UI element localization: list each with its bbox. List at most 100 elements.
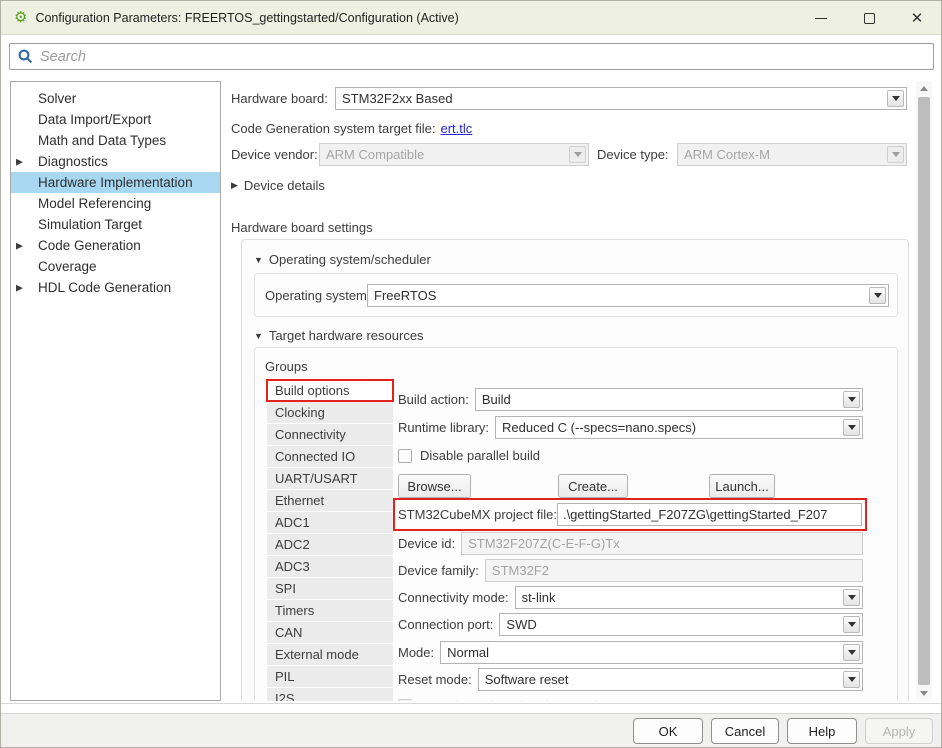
connectivity-mode-value: st-link: [522, 590, 556, 605]
sidebar-item-label: Diagnostics: [38, 154, 108, 169]
cubemx-project-file-label: STM32CubeMX project file:: [398, 507, 557, 522]
device-details-label: Device details: [244, 178, 325, 193]
cubemx-project-file-input[interactable]: .\gettingStarted_F207ZG\gettingStarted_F…: [557, 503, 862, 526]
group-item-timers[interactable]: Timers: [267, 600, 393, 621]
build-action-label: Build action:: [398, 392, 469, 407]
collapsed-arrow-icon: ▶: [231, 180, 238, 191]
operating-system-label: Operating system:: [265, 288, 371, 303]
chevron-down-icon[interactable]: [843, 419, 860, 436]
connection-port-dropdown[interactable]: SWD: [499, 613, 863, 636]
sidebar-item-math-and-data-types[interactable]: Math and Data Types: [11, 130, 220, 151]
device-family-value: STM32F2: [492, 563, 549, 578]
vertical-scrollbar[interactable]: [916, 81, 932, 701]
maximize-button[interactable]: [845, 1, 893, 35]
sidebar-item-simulation-target[interactable]: Simulation Target: [11, 214, 220, 235]
search-input[interactable]: [40, 44, 933, 69]
launch-button[interactable]: Launch...: [709, 474, 775, 498]
sidebar-item-model-referencing[interactable]: Model Referencing: [11, 193, 220, 214]
cancel-button[interactable]: Cancel: [711, 718, 779, 744]
disable-parallel-build-checkbox[interactable]: [398, 449, 412, 463]
sidebar-item-hdl-code-generation[interactable]: ▶ HDL Code Generation: [11, 277, 220, 298]
device-type-dropdown[interactable]: ARM Cortex-M: [677, 143, 907, 166]
auto-detect-checkbox[interactable]: [398, 699, 412, 702]
os-scheduler-expander[interactable]: ▼ Operating system/scheduler: [254, 252, 431, 267]
scrollbar-thumb[interactable]: [918, 97, 930, 685]
sidebar-item-label: Code Generation: [38, 238, 141, 253]
sidebar-item-label: Solver: [38, 91, 76, 106]
sidebar-item-label: Math and Data Types: [38, 133, 166, 148]
sidebar-item-coverage[interactable]: Coverage: [11, 256, 220, 277]
chevron-down-icon[interactable]: [843, 589, 860, 606]
chevron-down-icon[interactable]: [843, 644, 860, 661]
group-item-i2s[interactable]: I2S: [267, 688, 393, 701]
arrow-down-icon: [920, 691, 928, 696]
group-item-adc3[interactable]: ADC3: [267, 556, 393, 577]
search-icon: [18, 49, 33, 64]
help-button[interactable]: Help: [787, 718, 857, 744]
group-item-connectivity[interactable]: Connectivity: [267, 424, 393, 445]
close-icon: ✕: [911, 11, 924, 26]
group-item-can[interactable]: CAN: [267, 622, 393, 643]
group-item-pil[interactable]: PIL: [267, 666, 393, 687]
target-hw-resources-expander[interactable]: ▼ Target hardware resources: [254, 328, 424, 343]
chevron-down-icon[interactable]: [843, 616, 860, 633]
expand-arrow-icon[interactable]: ▶: [16, 282, 23, 293]
group-item-build-options[interactable]: Build options: [267, 380, 393, 401]
chevron-down-icon[interactable]: [887, 90, 904, 107]
group-item-spi[interactable]: SPI: [267, 578, 393, 599]
group-item-clocking[interactable]: Clocking: [267, 402, 393, 423]
device-details-expander[interactable]: ▶ Device details: [231, 177, 325, 193]
sidebar-item-diagnostics[interactable]: ▶ Diagnostics: [11, 151, 220, 172]
operating-system-dropdown[interactable]: FreeRTOS: [367, 284, 889, 307]
hardware-board-settings-title: Hardware board settings: [231, 220, 373, 235]
build-action-dropdown[interactable]: Build: [475, 388, 863, 411]
group-item-uart-usart[interactable]: UART/USART: [267, 468, 393, 489]
sidebar-item-data-import-export[interactable]: Data Import/Export: [11, 109, 220, 130]
minimize-icon: [815, 18, 827, 19]
connection-port-value: SWD: [506, 617, 536, 632]
close-button[interactable]: ✕: [893, 1, 941, 35]
group-item-adc1[interactable]: ADC1: [267, 512, 393, 533]
mode-dropdown[interactable]: Normal: [440, 641, 863, 664]
device-vendor-label: Device vendor:: [231, 147, 318, 162]
group-item-connected-io[interactable]: Connected IO: [267, 446, 393, 467]
scroll-up-button[interactable]: [916, 81, 932, 96]
sidebar-item-label: Simulation Target: [38, 217, 142, 232]
hardware-board-dropdown[interactable]: STM32F2xx Based: [335, 87, 907, 110]
group-item-ethernet[interactable]: Ethernet: [267, 490, 393, 511]
create-button[interactable]: Create...: [558, 474, 628, 498]
expand-arrow-icon[interactable]: ▶: [16, 240, 23, 251]
sidebar-item-code-generation[interactable]: ▶ Code Generation: [11, 235, 220, 256]
minimize-button[interactable]: [797, 1, 845, 35]
title-bar: ⚙ Configuration Parameters: FREERTOS_get…: [1, 1, 941, 35]
group-item-external-mode[interactable]: External mode: [267, 644, 393, 665]
scroll-down-button[interactable]: [916, 686, 932, 701]
connectivity-mode-dropdown[interactable]: st-link: [515, 586, 863, 609]
target-file-row: Code Generation system target file: ert.…: [231, 119, 472, 137]
os-scheduler-title: Operating system/scheduler: [269, 252, 431, 267]
simulink-settings-icon: ⚙: [14, 10, 27, 25]
connection-port-row: Connection port: SWD: [398, 613, 863, 636]
disable-parallel-build-row: Disable parallel build: [398, 448, 863, 463]
runtime-library-value: Reduced C (--specs=nano.specs): [502, 420, 696, 435]
ok-button[interactable]: OK: [633, 718, 703, 744]
runtime-library-label: Runtime library:: [398, 420, 489, 435]
device-vendor-dropdown[interactable]: ARM Compatible: [319, 143, 589, 166]
mode-value: Normal: [447, 645, 489, 660]
group-item-adc2[interactable]: ADC2: [267, 534, 393, 555]
chevron-down-icon[interactable]: [843, 671, 860, 688]
reset-mode-dropdown[interactable]: Software reset: [478, 668, 863, 691]
groups-list: Build options Clocking Connectivity Conn…: [267, 380, 393, 701]
browse-button[interactable]: Browse...: [398, 474, 471, 498]
apply-button[interactable]: Apply: [865, 718, 933, 744]
target-file-link[interactable]: ert.tlc: [441, 121, 473, 136]
chevron-down-icon[interactable]: [843, 391, 860, 408]
maximize-icon: [864, 13, 875, 24]
sidebar-item-hardware-implementation[interactable]: Hardware Implementation: [11, 172, 220, 193]
sidebar-item-label: HDL Code Generation: [38, 280, 171, 295]
expand-arrow-icon[interactable]: ▶: [16, 156, 23, 167]
runtime-library-dropdown[interactable]: Reduced C (--specs=nano.specs): [495, 416, 863, 439]
chevron-down-icon[interactable]: [869, 287, 886, 304]
auto-detect-label: Auto-detect board to download: [420, 698, 597, 701]
sidebar-item-solver[interactable]: Solver: [11, 88, 220, 109]
